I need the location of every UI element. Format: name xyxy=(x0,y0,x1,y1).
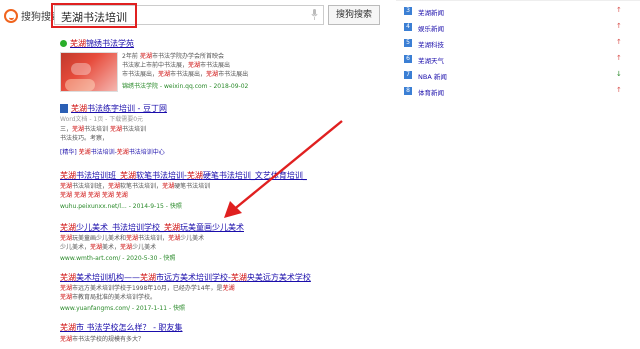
hot-label[interactable]: NBA 新闻 xyxy=(418,71,447,81)
result-snippet-line: 芜湖市书法学院办学会所首映会 xyxy=(140,53,225,60)
result-title[interactable]: 芜湖美术培训机构——芜湖市远方美术培训学校-芜湖央美远方美术学校 xyxy=(60,272,311,283)
result-snippet-line: 三，芜湖书法培训 芜湖书法培训 xyxy=(60,126,146,133)
hot-rank: 4 xyxy=(404,23,412,31)
hot-item[interactable]: 6 芜湖天气 ↑ xyxy=(404,54,634,66)
hot-label[interactable]: 体育新闻 xyxy=(418,87,444,97)
hot-rank: 7 xyxy=(404,71,412,79)
hot-item[interactable]: 8 体育新闻 ↑ xyxy=(404,86,634,98)
annotation-arrow xyxy=(224,120,343,218)
result-meta: 2年前 - xyxy=(122,53,142,60)
result-url: 锦绣书法学院 - weixin.qq.com - 2018-09-02 xyxy=(122,83,249,90)
result-6: 芜湖市 书法学校怎么样？ - 职友集 芜湖市书法学校的规模有多大？ xyxy=(60,322,390,349)
result-snippet-line: 芜湖玩美童画少儿美术和芜湖书法培训，芜湖少儿美术 xyxy=(60,235,205,242)
result-snippet-line: 芜湖市远方美术培训学校于1998年10月，已经办学14年，是芜湖 xyxy=(60,285,235,292)
result-4: 芜湖少儿美术_书法培训学校_芜湖玩美童画少儿美术 芜湖玩美童画少儿美术和芜湖书法… xyxy=(60,222,390,262)
hot-label[interactable]: 芜湖科技 xyxy=(418,39,444,49)
result-snippet-line: 芜湖市书法学校的规模有多大？ xyxy=(60,336,145,343)
hot-label[interactable]: 芜湖新闻 xyxy=(418,7,444,17)
word-doc-icon xyxy=(60,104,68,113)
divider xyxy=(396,0,640,1)
trend-up-icon: ↑ xyxy=(616,38,622,46)
result-snippet-line: 少儿美术，芜湖美术，芜湖少儿美术 xyxy=(60,244,157,251)
hot-rank: 3 xyxy=(404,7,412,15)
trend-down-icon: ↓ xyxy=(616,70,622,78)
microphone-icon[interactable] xyxy=(311,9,318,20)
right-hot-list: 3 芜湖新闻 ↑ 4 娱乐新闻 ↑ 5 芜湖科技 ↑ 6 芜湖天气 ↑ 7 NB… xyxy=(396,0,640,349)
result-snippet-line: 市书法展出，芜湖市书法展出，芜湖市书法展出 xyxy=(122,71,249,78)
result-snippet-line: 书法技巧。考察， xyxy=(60,135,109,142)
result-title[interactable]: 芜湖市 书法学校怎么样？ - 职友集 xyxy=(60,322,183,333)
result-thumbnail[interactable] xyxy=(60,52,118,92)
hot-item[interactable]: 3 芜湖新闻 ↑ xyxy=(404,6,634,18)
result-title[interactable]: 芜湖书法练字培训 - 豆丁网 xyxy=(71,103,167,114)
annotation-highlight-box xyxy=(51,3,137,28)
trend-up-icon: ↑ xyxy=(616,22,622,30)
result-1: 芜湖锦绣书法学苑 2年前 - 芜湖市书法学院办学会所首映会 书法家上市前中书法展… xyxy=(60,38,390,96)
hot-item[interactable]: 5 芜湖科技 ↑ xyxy=(404,38,634,50)
result-meta: Word文档 - 1页 - 下载需要0元 xyxy=(60,116,144,123)
result-snippet-line: 芜湖 芜湖 芜湖 芜湖 芜湖 xyxy=(60,192,128,199)
hot-label[interactable]: 芜湖天气 xyxy=(418,55,444,65)
sogou-logo-icon xyxy=(4,8,18,23)
result-snippet-line: 芜湖书法培训班，芜湖软笔书法培训，芜湖硬笔书法培训 xyxy=(60,183,211,190)
search-button[interactable]: 搜狗搜索 xyxy=(328,5,380,25)
result-url: wuhu.peixunxx.net/l... - 2014-9-15 - 快照 xyxy=(60,203,182,210)
hot-rank: 5 xyxy=(404,39,412,47)
trend-up-icon: ↑ xyxy=(616,86,622,94)
result-url: www.yuanfangms.com/ - 2017-1-11 - 快照 xyxy=(60,305,186,312)
result-snippet-line: 芜湖市教育局批准的美术培训学校。 xyxy=(60,294,157,301)
hot-rank: 6 xyxy=(404,55,412,63)
hot-item[interactable]: 7 NBA 新闻 ↓ xyxy=(404,70,634,82)
hot-rank: 8 xyxy=(404,87,412,95)
result-snippet-line: 书法家上市前中书法展，芜湖市书法展出 xyxy=(122,62,231,69)
result-5: 芜湖美术培训机构——芜湖市远方美术培训学校-芜湖央美远方美术学校 芜湖市远方美术… xyxy=(60,272,390,312)
trend-up-icon: ↑ xyxy=(616,54,622,62)
hot-label[interactable]: 娱乐新闻 xyxy=(418,23,444,33)
trend-up-icon: ↑ xyxy=(616,6,622,14)
result-sub-link[interactable]: [精华] 芜湖书法培训-芜湖书法培训中心 xyxy=(60,148,165,157)
result-url: www.wmth-art.com/ - 2020-5-30 - 快照 xyxy=(60,255,176,262)
hot-item[interactable]: 4 娱乐新闻 ↑ xyxy=(404,22,634,34)
wechat-icon xyxy=(60,40,67,47)
result-title[interactable]: 芜湖锦绣书法学苑 xyxy=(70,38,134,49)
